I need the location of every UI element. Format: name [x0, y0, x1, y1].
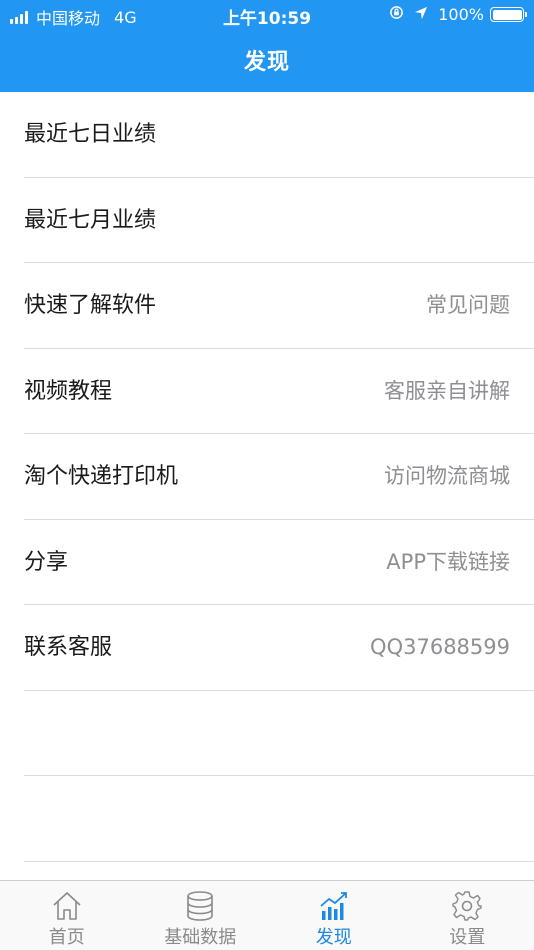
- list-item-weekly-performance[interactable]: 最近七日业绩: [24, 92, 534, 178]
- list-item-detail: 客服亲自讲解: [384, 378, 510, 403]
- tab-basic-data[interactable]: 基础数据: [134, 881, 268, 950]
- list-item-label: 快速了解软件: [24, 293, 157, 318]
- list-item-label: 视频教程: [24, 378, 113, 404]
- battery-percent: 100%: [438, 5, 484, 24]
- battery-icon: [490, 7, 527, 22]
- list-item-label: 联系客服: [24, 635, 113, 660]
- page-title: 发现: [243, 50, 290, 75]
- discover-list: 最近七日业绩 最近七月业绩 快速了解软件 常见问题 视频教程 客服亲自讲解 淘个…: [0, 92, 534, 862]
- list-item-detail: 常见问题: [426, 293, 510, 317]
- list-item-empty: [24, 691, 534, 776]
- list-item-empty: [24, 776, 534, 862]
- tab-discover[interactable]: 发现: [267, 881, 401, 950]
- tab-label: 发现: [315, 927, 352, 948]
- home-icon: [53, 892, 81, 920]
- tab-settings[interactable]: 设置: [401, 881, 534, 950]
- header: 中国移动 4G 上午10:59 100% 发现: [0, 0, 534, 92]
- chart-icon: [320, 892, 347, 920]
- list-item-detail: APP下载链接: [386, 549, 510, 574]
- list-item-video-tutorial[interactable]: 视频教程 客服亲自讲解: [24, 349, 534, 434]
- gear-icon: [452, 891, 482, 921]
- rotation-lock-icon: [389, 5, 404, 24]
- list-item-share[interactable]: 分享 APP下载链接: [24, 520, 534, 605]
- location-icon: [414, 6, 428, 24]
- list-item-label: 淘个快递打印机: [24, 464, 179, 489]
- list-item-label: 分享: [24, 549, 69, 575]
- list-item-detail: 访问物流商城: [384, 464, 510, 488]
- list-item-label: 最近七日业绩: [24, 122, 157, 147]
- list-item-monthly-performance[interactable]: 最近七月业绩: [24, 178, 534, 263]
- tab-label: 基础数据: [164, 927, 237, 948]
- tab-bar: 首页 基础数据 发现 设置: [0, 880, 534, 950]
- tab-home[interactable]: 首页: [0, 881, 134, 950]
- status-bar: 中国移动 4G 上午10:59 100%: [0, 0, 534, 30]
- list-item-label: 最近七月业绩: [24, 207, 157, 233]
- status-right: 100%: [389, 5, 527, 24]
- database-icon: [187, 891, 214, 921]
- list-item-quick-guide[interactable]: 快速了解软件 常见问题: [24, 263, 534, 349]
- list-item-detail: QQ37688599: [370, 635, 510, 659]
- list-item-contact-support[interactable]: 联系客服 QQ37688599: [24, 605, 534, 691]
- tab-label: 首页: [48, 927, 85, 948]
- list-item-printer-shop[interactable]: 淘个快递打印机 访问物流商城: [24, 434, 534, 520]
- tab-label: 设置: [449, 927, 486, 948]
